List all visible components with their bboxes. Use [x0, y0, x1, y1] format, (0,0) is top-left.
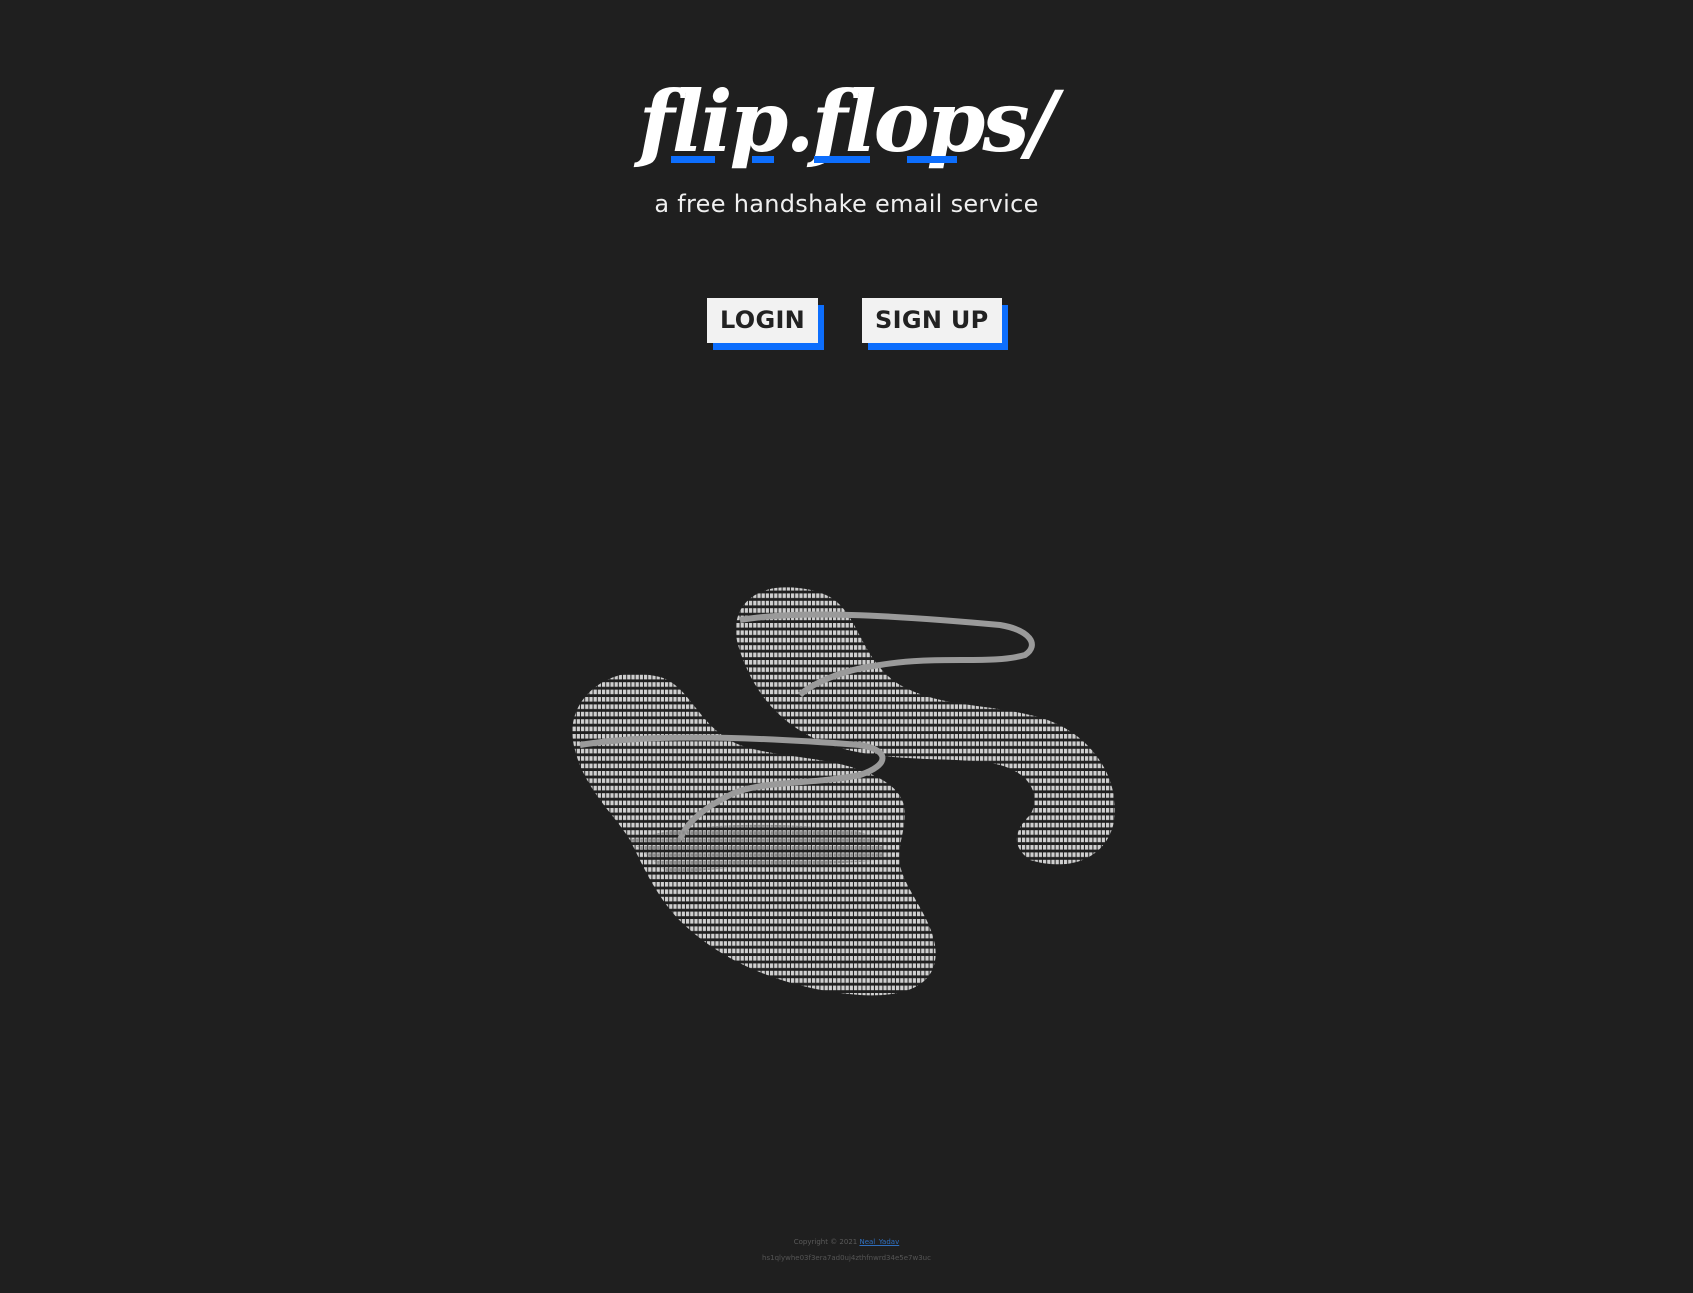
login-button[interactable]: LOGIN	[707, 298, 819, 343]
copyright-text: Copyright © 2021	[793, 1238, 858, 1246]
landing-page: flip.flops/ a free handshake email servi…	[0, 0, 1693, 1293]
signup-button-wrap: SIGN UP	[862, 298, 1008, 350]
copyright: Copyright © 2021 Neal_Yadav	[0, 1238, 1693, 1246]
logo: flip.flops/	[0, 80, 1693, 164]
wallet-hash: hs1qlywhe03f3era7ad0uj4zthfnwrd34e5e7w3u…	[762, 1254, 931, 1262]
logo-underline-4	[906, 156, 957, 163]
tagline: a free handshake email service	[654, 190, 1039, 218]
signup-button[interactable]: SIGN UP	[862, 298, 1002, 343]
login-button-wrap: LOGIN	[707, 298, 825, 350]
logo-text: flip.flops/	[639, 80, 1058, 164]
author-link[interactable]: Neal_Yadav	[859, 1238, 899, 1246]
logo-underline-2	[751, 156, 774, 163]
logo-underline-3	[813, 156, 870, 163]
flip-flops-ascii-icon	[572, 587, 1115, 996]
logo-underline-1	[670, 156, 715, 163]
